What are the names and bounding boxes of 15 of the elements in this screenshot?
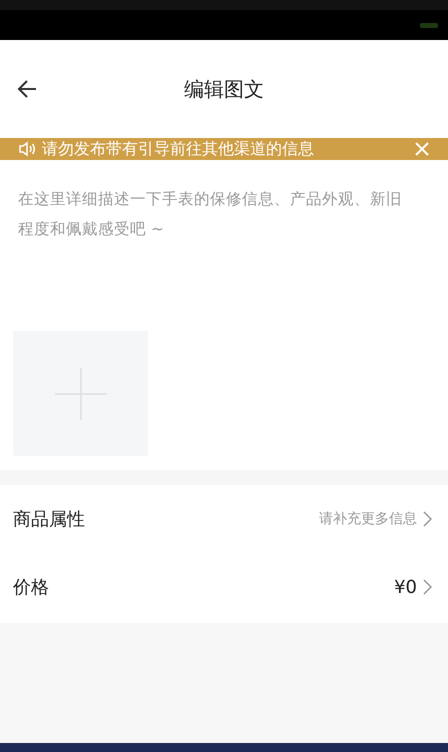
page-title: 编辑图文: [184, 76, 264, 102]
speaker-icon: [18, 141, 36, 157]
battery-icon: [420, 22, 438, 28]
chevron-icon: [422, 579, 432, 595]
form-row[interactable]: 商品属性 请补充更多信息: [0, 485, 448, 553]
chevron-icon: [422, 511, 432, 527]
form-row[interactable]: 价格 ¥0: [0, 553, 448, 621]
back-icon[interactable]: [16, 78, 38, 100]
plus-icon: [54, 368, 106, 420]
row-label: 商品属性: [13, 508, 86, 531]
close-icon[interactable]: [414, 141, 430, 157]
row-value: 请补充更多信息: [319, 510, 417, 528]
notice-text: 请勿发布带有引导前往其他渠道的信息: [42, 138, 315, 160]
row-label: 价格: [13, 576, 50, 599]
row-value: ¥0: [394, 576, 417, 598]
